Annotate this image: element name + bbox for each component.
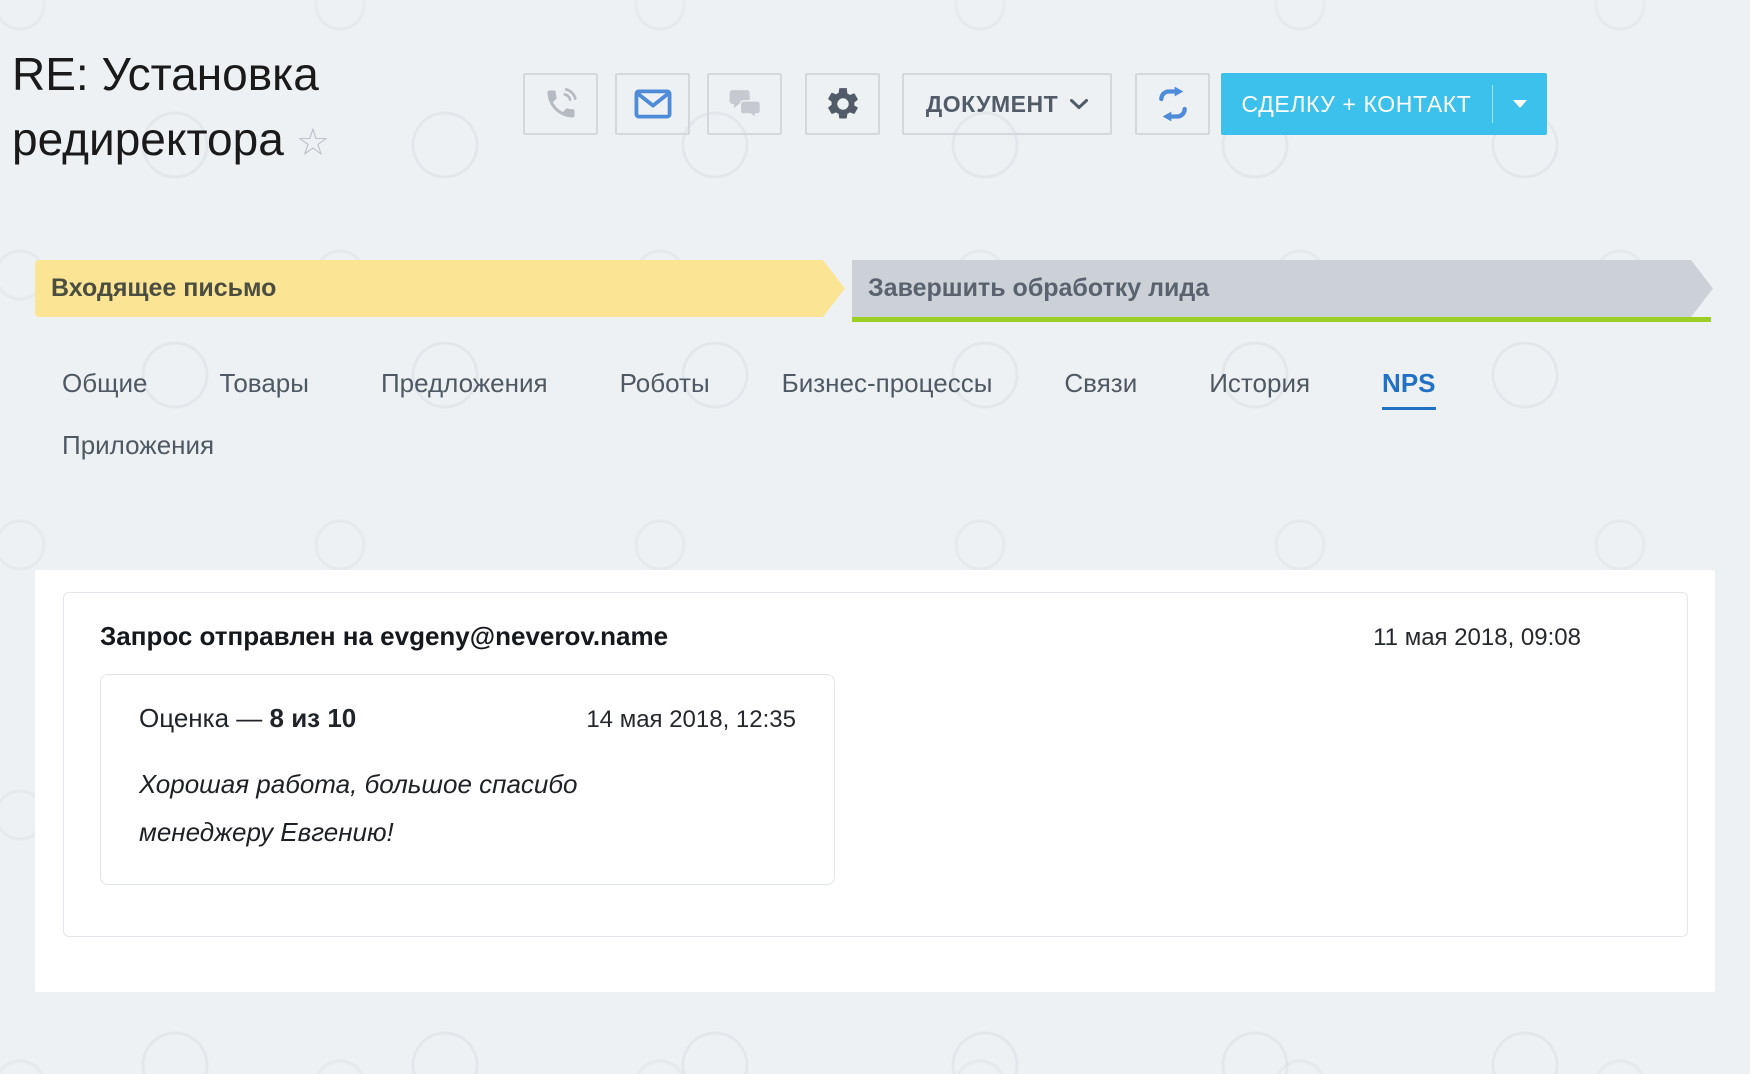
- caret-down-icon: [1513, 100, 1527, 108]
- nps-score-row: Оценка — 8 из 10 14 мая 2018, 12:35: [139, 703, 796, 734]
- deal-contact-button[interactable]: СДЕЛКУ + КОНТАКТ: [1221, 73, 1547, 135]
- nps-score-value: 8 из 10: [270, 703, 357, 733]
- tab-links[interactable]: Связи: [1064, 368, 1137, 407]
- chat-icon: [726, 87, 764, 121]
- nps-score-date: 14 мая 2018, 12:35: [586, 706, 796, 734]
- content-panel: Запрос отправлен на evgeny@neverov.name …: [35, 570, 1715, 992]
- phone-button[interactable]: [523, 73, 598, 135]
- chevron-down-icon: [1070, 99, 1088, 110]
- nps-score: Оценка — 8 из 10: [139, 703, 356, 734]
- tab-offers[interactable]: Предложения: [381, 368, 548, 407]
- stage-finish-label: Завершить обработку лида: [868, 274, 1209, 303]
- toolbar: ДОКУМЕНТ СДЕЛКУ + КОНТАКТ: [523, 73, 1547, 135]
- mail-button[interactable]: [615, 73, 690, 135]
- star-icon[interactable]: ☆: [296, 122, 330, 164]
- chat-button[interactable]: [707, 73, 782, 135]
- stage-incoming-letter[interactable]: Входящее письмо: [35, 260, 845, 317]
- deal-contact-dropdown[interactable]: [1493, 100, 1547, 108]
- nps-event-card: Запрос отправлен на evgeny@neverov.name …: [63, 592, 1688, 937]
- gear-icon: [824, 85, 862, 123]
- stage-incoming-label: Входящее письмо: [51, 274, 276, 303]
- stage-finish-lead[interactable]: Завершить обработку лида: [852, 260, 1713, 317]
- page-title-text: RE: Установка редиректора: [12, 48, 319, 165]
- settings-button[interactable]: [805, 73, 880, 135]
- page-title: RE: Установка редиректора☆: [12, 42, 452, 173]
- deal-contact-label: СДЕЛКУ + КОНТАКТ: [1221, 91, 1492, 118]
- nps-request-title: Запрос отправлен на evgeny@neverov.name: [100, 621, 668, 652]
- sync-arrows-icon: [1153, 84, 1193, 124]
- nps-score-label: Оценка —: [139, 703, 262, 733]
- tab-nps[interactable]: NPS: [1382, 368, 1435, 410]
- tab-general[interactable]: Общие: [62, 368, 148, 407]
- document-button[interactable]: ДОКУМЕНТ: [902, 73, 1112, 135]
- nps-request-date: 11 мая 2018, 09:08: [1373, 624, 1581, 652]
- tab-history[interactable]: История: [1209, 368, 1310, 407]
- tab-applications[interactable]: Приложения: [62, 430, 214, 469]
- tab-robots[interactable]: Роботы: [620, 368, 710, 407]
- nps-response-box: Оценка — 8 из 10 14 мая 2018, 12:35 Хоро…: [100, 674, 835, 885]
- document-button-label: ДОКУМЕНТ: [926, 91, 1058, 118]
- stage-bar: Входящее письмо Завершить обработку лида: [35, 260, 1715, 317]
- sync-button[interactable]: [1135, 73, 1210, 135]
- tab-bar: Общие Товары Предложения Роботы Бизнес-п…: [62, 368, 1622, 469]
- tab-products[interactable]: Товары: [220, 368, 309, 407]
- nps-comment: Хорошая работа, большое спасибо менеджер…: [139, 760, 679, 856]
- stage-progress-line: [852, 317, 1711, 322]
- tab-business-processes[interactable]: Бизнес-процессы: [782, 368, 993, 407]
- mail-icon: [634, 89, 672, 119]
- nps-event-header: Запрос отправлен на evgeny@neverov.name …: [100, 621, 1651, 652]
- phone-icon: [543, 86, 579, 122]
